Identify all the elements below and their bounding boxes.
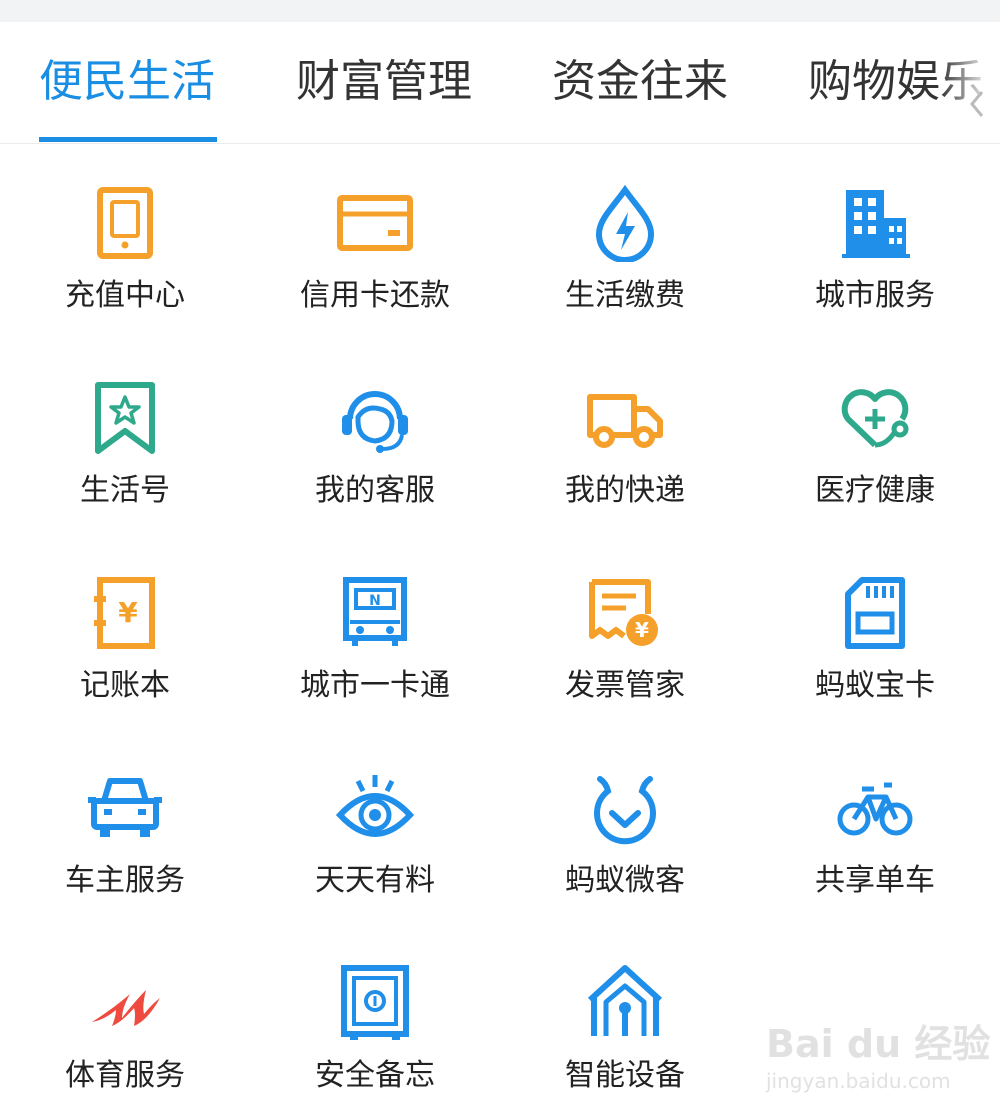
service-item-life-account[interactable]: 生活号 [0,339,250,534]
car-icon [86,769,164,847]
service-label: 体育服务 [65,1058,185,1093]
tab-fund-transfers[interactable]: 资金往来 [552,54,728,110]
tab-overflow-fade [940,22,1000,143]
service-label: 信用卡还款 [300,278,450,313]
service-label: 天天有料 [315,863,435,898]
service-item-customer-service[interactable]: 我的客服 [250,339,500,534]
status-strip [0,0,1000,22]
service-label: 蚂蚁宝卡 [815,668,935,703]
svg-text:¥: ¥ [118,596,138,629]
service-item-sports-services[interactable]: 体育服务 [0,924,250,1119]
watermark-url: jingyan.baidu.com [766,1069,951,1093]
svg-text:N: N [369,593,381,609]
service-item-ant-sim-card[interactable]: 蚂蚁宝卡 [750,534,1000,729]
service-label: 蚂蚁微客 [565,863,685,898]
stethoscope-heart-icon [836,379,914,457]
bicycle-icon [836,769,914,847]
bookmark-star-icon [86,379,164,457]
headset-agent-icon [336,379,414,457]
service-grid: 充值中心 信用卡还款 生活缴费 城市服务 生活号 我的客服 我的快递 医疗健康 … [0,144,1000,1112]
sim-card-icon [836,574,914,652]
service-item-express-delivery[interactable]: 我的快递 [500,339,750,534]
service-item-city-services[interactable]: 城市服务 [750,144,1000,339]
service-label: 记账本 [80,668,170,703]
service-label: 我的快递 [565,473,685,508]
ledger-yen-icon: ¥ [86,574,164,652]
invoice-yen-icon: ¥ [586,574,664,652]
tab-convenience-life[interactable]: 便民生活 [39,54,215,110]
service-label: 充值中心 [65,278,185,313]
active-tab-indicator [39,137,217,142]
service-label: 城市一卡通 [300,668,450,703]
tab-wealth-management[interactable]: 财富管理 [296,54,472,110]
service-item-security-memo[interactable]: 安全备忘 [250,924,500,1119]
service-label: 我的客服 [315,473,435,508]
credit-card-icon [336,184,414,262]
service-label: 生活缴费 [565,278,685,313]
category-tab-bar: 便民生活 财富管理 资金往来 购物娱乐 [0,22,1000,144]
sports-swoosh-icon [86,964,164,1042]
chevron-left-icon[interactable] [966,84,988,124]
service-label: 城市服务 [815,278,935,313]
service-item-utility-payment[interactable]: 生活缴费 [500,144,750,339]
smart-home-icon [586,964,664,1042]
service-label: 医疗健康 [815,473,935,508]
service-label: 生活号 [80,473,170,508]
service-label: 发票管家 [565,668,685,703]
svg-text:¥: ¥ [635,618,649,642]
service-item-smart-devices[interactable]: 智能设备 [500,924,750,1119]
service-item-credit-card[interactable]: 信用卡还款 [250,144,500,339]
city-building-icon [836,184,914,262]
service-label: 智能设备 [565,1058,685,1093]
service-item-medical-health[interactable]: 医疗健康 [750,339,1000,534]
service-label: 共享单车 [815,863,935,898]
baidu-jingyan-watermark: Bai du 经验 jingyan.baidu.com [760,1010,990,1100]
service-item-car-owner[interactable]: 车主服务 [0,729,250,924]
service-item-invoice-manager[interactable]: ¥ 发票管家 [500,534,750,729]
eye-icon [336,769,414,847]
service-label: 安全备忘 [315,1058,435,1093]
service-item-ant-micro-customer[interactable]: 蚂蚁微客 [500,729,750,924]
service-item-city-card[interactable]: N 城市一卡通 [250,534,500,729]
service-label: 车主服务 [65,863,185,898]
service-item-recharge[interactable]: 充值中心 [0,144,250,339]
ant-shield-icon [586,769,664,847]
service-item-account-book[interactable]: ¥ 记账本 [0,534,250,729]
transit-card-icon: N [336,574,414,652]
service-item-shared-bike[interactable]: 共享单车 [750,729,1000,924]
safe-box-icon [336,964,414,1042]
utility-drop-icon [586,184,664,262]
service-item-daily-news[interactable]: 天天有料 [250,729,500,924]
phone-recharge-icon [86,184,164,262]
watermark-logo-text: Bai du 经验 [766,1022,991,1066]
delivery-truck-icon [586,379,664,457]
